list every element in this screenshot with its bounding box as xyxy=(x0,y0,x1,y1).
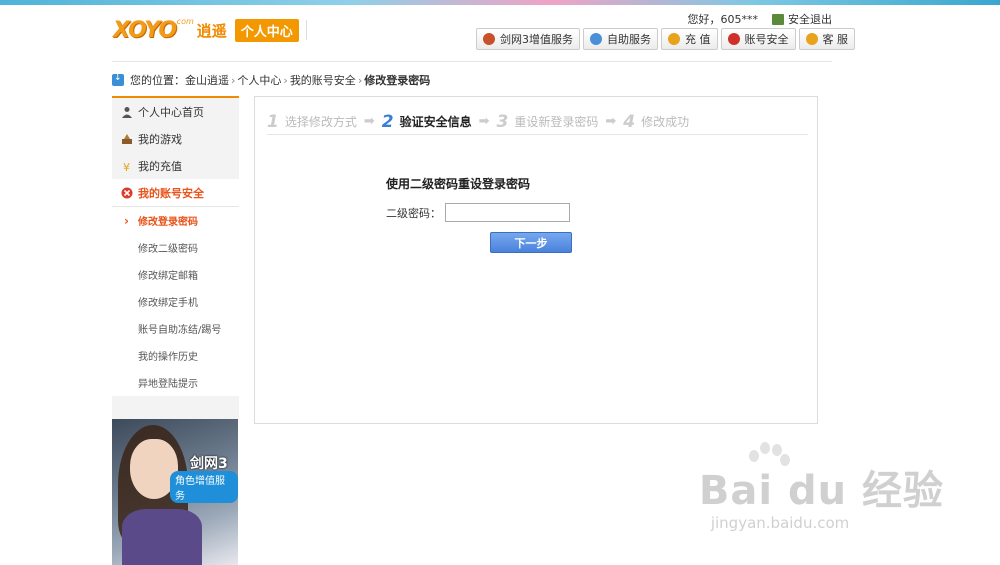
breadcrumb-prefix: 您的位置： xyxy=(130,74,185,87)
breadcrumb-current: 修改登录密码 xyxy=(364,74,431,87)
character-armor xyxy=(122,509,202,565)
step-number: 1 xyxy=(267,111,279,132)
sidebar-item-games[interactable]: 我的游戏 xyxy=(112,125,239,152)
step-number: 3 xyxy=(496,111,509,132)
step-indicator: 1 选择修改方式 ➡ 2 验证安全信息 ➡ 3 重设新登录密码 ➡ 4 修改成功 xyxy=(267,109,808,135)
handshake-icon xyxy=(805,33,818,45)
paw-icon xyxy=(747,442,790,482)
security-icon xyxy=(121,187,133,198)
site-logo[interactable]: XOYO .com 逍遥 个人中心 xyxy=(113,15,299,45)
step-2: 2 验证安全信息 xyxy=(382,112,472,132)
logo-com: .com xyxy=(174,16,194,26)
top-button-label: 充 值 xyxy=(685,33,711,46)
personal-center-badge: 个人中心 xyxy=(234,18,299,42)
top-button-3[interactable]: 账号安全 xyxy=(720,28,796,50)
breadcrumb: 您的位置： 金山逍遥 › 个人中心 › 我的账号安全 › 修改登录密码 xyxy=(112,72,430,88)
sidebar-footer xyxy=(112,396,239,420)
step-arrow-icon: ➡ xyxy=(363,114,375,129)
watermark-url: jingyan.baidu.com xyxy=(710,514,850,532)
svg-text:¥: ¥ xyxy=(123,161,130,172)
sidebar-sub-list: 修改登录密码修改二级密码修改绑定邮箱修改绑定手机账号自助冻结/踢号我的操作历史异… xyxy=(112,207,239,396)
sidebar-subitem-1[interactable]: 修改二级密码 xyxy=(112,234,239,261)
logout-label: 安全退出 xyxy=(788,13,832,26)
top-button-label: 账号安全 xyxy=(744,33,789,46)
sidebar-item-label: 我的游戏 xyxy=(138,132,182,146)
breadcrumb-sep: › xyxy=(231,73,236,87)
step-label: 修改成功 xyxy=(641,115,690,129)
location-icon xyxy=(112,73,124,86)
step-1: 1 选择修改方式 xyxy=(267,112,357,132)
sidebar-section-security[interactable]: 我的账号安全 xyxy=(112,179,239,207)
top-button-label: 剑网3增值服务 xyxy=(500,33,573,46)
next-button[interactable]: 下一步 xyxy=(490,232,572,253)
breadcrumb-link-2[interactable]: 个人中心 xyxy=(237,72,281,88)
promo-banner[interactable]: 剑网3 角色增值服务 xyxy=(112,419,238,565)
header-rule xyxy=(112,61,832,62)
coins-icon xyxy=(668,33,680,45)
game-icon xyxy=(122,133,132,144)
sidebar-subitem-0[interactable]: 修改登录密码 xyxy=(112,207,239,234)
user-links: 您好，605*** 安全退出 xyxy=(688,11,833,27)
breadcrumb-sep: › xyxy=(357,73,363,87)
top-button-2[interactable]: 充 值 xyxy=(661,28,718,50)
form-title: 使用二级密码重设登录密码 xyxy=(386,177,531,191)
logout-icon xyxy=(772,13,784,25)
step-label: 重设新登录密码 xyxy=(514,115,599,129)
sidebar-item-label: 个人中心首页 xyxy=(138,105,204,119)
secondary-password-input[interactable] xyxy=(445,203,570,222)
yen-icon: ¥ xyxy=(123,161,130,172)
logo-text: XOYO xyxy=(113,17,177,43)
sidebar-item-label: 我的充值 xyxy=(138,159,182,173)
sidebar-subitem-6[interactable]: 异地登陆提示 xyxy=(112,369,239,396)
sidebar-section-label: 我的账号安全 xyxy=(138,186,204,200)
promo-title: 剑网3 xyxy=(190,456,228,472)
breadcrumb-link-3[interactable]: 我的账号安全 xyxy=(290,72,356,88)
sidebar-item-home[interactable]: 个人中心首页 xyxy=(112,98,239,125)
top-color-bar xyxy=(0,0,1000,5)
promo-tag: 角色增值服务 xyxy=(170,471,238,503)
step-label: 选择修改方式 xyxy=(284,115,357,129)
step-number: 4 xyxy=(623,111,636,132)
password-label: 二级密码： xyxy=(386,206,441,220)
sidebar-subitem-5[interactable]: 我的操作历史 xyxy=(112,342,239,369)
header-divider xyxy=(306,20,307,40)
person-icon xyxy=(590,33,602,45)
sidebar-subitem-4[interactable]: 账号自助冻结/踢号 xyxy=(112,315,239,342)
step-label: 验证安全信息 xyxy=(399,115,472,129)
top-button-4[interactable]: 客 服 xyxy=(798,28,855,50)
shield-icon xyxy=(727,33,740,45)
step-number: 2 xyxy=(381,111,394,132)
step-4: 4 修改成功 xyxy=(623,112,689,132)
sidebar: 个人中心首页 我的游戏 ¥ 我的充值 我的账号安全 修改登录密码修改二级密码修改… xyxy=(112,96,239,420)
sidebar-subitem-3[interactable]: 修改绑定手机 xyxy=(112,288,239,315)
top-button-1[interactable]: 自助服务 xyxy=(583,28,658,50)
top-button-label: 客 服 xyxy=(822,33,849,46)
step-arrow-icon: ➡ xyxy=(478,114,490,129)
logout-link[interactable]: 安全退出 xyxy=(772,11,832,27)
greeting-text: 您好，605*** xyxy=(687,13,759,26)
main-panel: 1 选择修改方式 ➡ 2 验证安全信息 ➡ 3 重设新登录密码 ➡ 4 修改成功 使用二级密码重设登… xyxy=(254,96,818,424)
user-icon xyxy=(122,106,132,118)
breadcrumb-link-1[interactable]: 金山逍遥 xyxy=(185,72,229,88)
top-button-label: 自助服务 xyxy=(607,33,651,46)
watermark-brand: Bai du 经验 xyxy=(698,468,944,514)
baidu-watermark: Bai du 经验 jingyan.baidu.com xyxy=(698,442,944,532)
password-row: 二级密码： xyxy=(386,203,570,222)
jx3-shield-icon xyxy=(483,33,495,45)
step-3: 3 重设新登录密码 xyxy=(497,112,599,132)
top-button-0[interactable]: 剑网3增值服务 xyxy=(476,28,580,50)
logo-cn: 逍遥 xyxy=(196,21,227,40)
breadcrumb-sep: › xyxy=(283,73,288,87)
sidebar-subitem-2[interactable]: 修改绑定邮箱 xyxy=(112,261,239,288)
top-nav-buttons: 剑网3增值服务 自助服务 充 值 账号安全 客 服 xyxy=(476,28,855,50)
sidebar-item-recharge[interactable]: ¥ 我的充值 xyxy=(112,152,239,179)
step-arrow-icon: ➡ xyxy=(605,114,617,129)
